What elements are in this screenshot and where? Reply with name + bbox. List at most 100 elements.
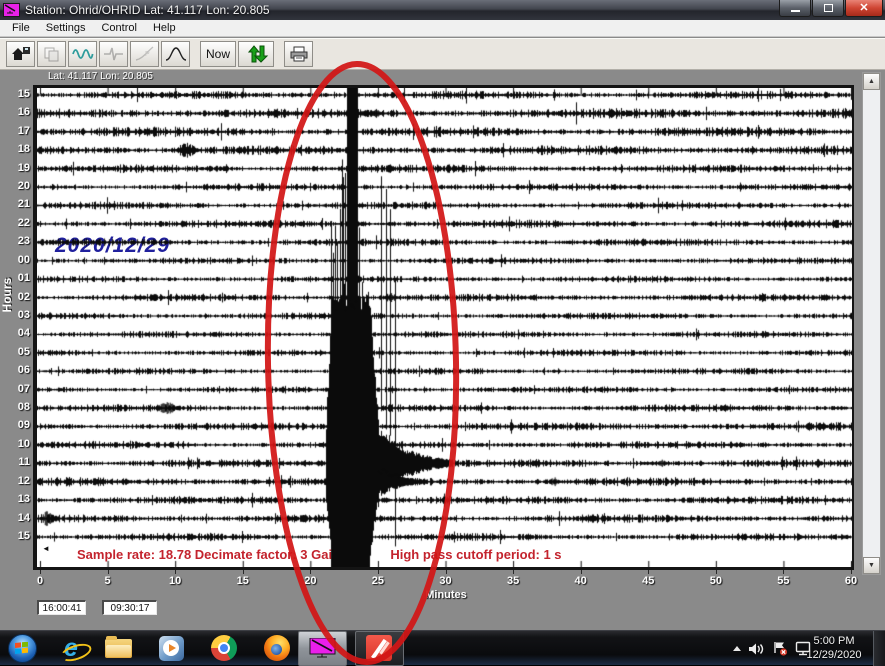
hour-label: 13 [4, 493, 30, 505]
minute-label: 50 [703, 575, 729, 587]
chrome-button[interactable] [211, 635, 237, 661]
response-button[interactable]: P [130, 41, 159, 67]
media-player-icon [159, 636, 184, 661]
minute-tick [648, 570, 649, 574]
minute-tick [716, 570, 717, 574]
hour-label: 16 [4, 106, 30, 118]
minutes-axis-label: Minutes [416, 589, 476, 601]
waveform-button[interactable] [68, 41, 97, 67]
minute-label: 45 [635, 575, 661, 587]
minute-label: 20 [297, 575, 323, 587]
menu-item-file[interactable]: File [4, 21, 38, 35]
minute-tick [40, 570, 41, 574]
menu-item-control[interactable]: Control [93, 21, 144, 35]
windows-start-icon [8, 634, 37, 663]
hour-label: 08 [4, 401, 30, 413]
copy-button[interactable] [37, 41, 66, 67]
seismogram-plot-area[interactable]: 2020/12/29 Sample rate: 18.78 Decimate f… [33, 85, 854, 570]
seismograph-app-icon [308, 638, 337, 659]
menu-item-help[interactable]: Help [145, 21, 184, 35]
hour-label: 00 [4, 254, 30, 266]
svg-text:P: P [145, 51, 150, 58]
minute-label: 55 [770, 575, 796, 587]
clock-time: 5:00 PM [799, 634, 869, 648]
minute-tick [581, 570, 582, 574]
minimize-button[interactable] [779, 0, 811, 17]
hour-label: 23 [4, 235, 30, 247]
minute-tick [175, 570, 176, 574]
hour-label: 15 [4, 88, 30, 100]
load-button[interactable] [6, 41, 35, 67]
vertical-scrollbar[interactable]: ▲ ▼ [862, 72, 881, 575]
minute-tick [108, 570, 109, 574]
internet-explorer-icon: e [64, 636, 78, 661]
minute-label: 5 [95, 575, 121, 587]
firefox-button[interactable] [264, 635, 290, 661]
hour-label: 20 [4, 180, 30, 192]
toolbar: P Now [0, 38, 885, 70]
print-button[interactable] [284, 41, 313, 67]
minute-tick [310, 570, 311, 574]
minute-tick [513, 570, 514, 574]
gaussian-button[interactable] [161, 41, 190, 67]
chrome-icon [211, 635, 237, 661]
scroll-updown-button[interactable] [238, 41, 274, 67]
hour-label: 09 [4, 419, 30, 431]
ramp-p-icon: P [134, 45, 156, 63]
hour-label: 07 [4, 383, 30, 395]
show-desktop-button[interactable] [873, 631, 885, 666]
volume-icon[interactable] [748, 642, 765, 656]
minute-label: 40 [568, 575, 594, 587]
firefox-icon [264, 635, 290, 661]
hour-label: 19 [4, 162, 30, 174]
start-button[interactable] [8, 634, 37, 663]
action-center-flag-icon[interactable] [772, 641, 788, 656]
app-icon [3, 3, 20, 17]
minute-label: 15 [230, 575, 256, 587]
minute-label: 0 [27, 575, 53, 587]
hour-label: 14 [4, 512, 30, 524]
hour-label: 15 [4, 530, 30, 542]
minute-tick [851, 570, 852, 574]
close-icon: ✕ [859, 3, 868, 14]
restore-button[interactable] [812, 0, 844, 17]
lightshot-app-button[interactable] [355, 631, 404, 666]
internet-explorer-button[interactable]: e [64, 636, 78, 661]
restore-icon [824, 4, 833, 12]
file-explorer-button[interactable] [105, 639, 132, 658]
minute-tick [243, 570, 244, 574]
printer-icon [289, 45, 309, 63]
scrollbar-up-button[interactable]: ▲ [863, 73, 880, 90]
minute-label: 60 [838, 575, 864, 587]
menu-item-settings[interactable]: Settings [38, 21, 94, 35]
impulse-button[interactable] [99, 41, 128, 67]
copy-icon [42, 45, 62, 63]
app-window: Station: Ohrid/OHRID Lat: 41.117 Lon: 20… [0, 0, 885, 630]
hour-label: 11 [4, 456, 30, 468]
hour-label: 03 [4, 309, 30, 321]
helicorder-canvas [37, 88, 852, 567]
media-player-button[interactable] [159, 636, 184, 661]
menubar: FileSettingsControlHelp [0, 20, 885, 37]
scrollbar-down-button[interactable]: ▼ [863, 557, 880, 574]
taskbar: e 5:00 PM 12/29/2020 [0, 630, 885, 665]
hour-label: 22 [4, 217, 30, 229]
minute-label: 30 [433, 575, 459, 587]
taskbar-clock[interactable]: 5:00 PM 12/29/2020 [799, 634, 869, 662]
latlon-label: Lat: 41.117 Lon: 20.805 [48, 71, 153, 82]
minute-label: 35 [500, 575, 526, 587]
helicorder-panel: Lat: 41.117 Lon: 20.805 Hours 1516171819… [0, 70, 885, 630]
time-readout-left: 16:00:41 [37, 600, 86, 615]
seismograph-app-button[interactable] [298, 631, 347, 666]
clock-date: 12/29/2020 [799, 648, 869, 662]
close-button[interactable]: ✕ [845, 0, 883, 17]
sine-wave-icon [72, 45, 94, 63]
minute-label: 10 [162, 575, 188, 587]
hour-label: 06 [4, 364, 30, 376]
minimize-icon [791, 10, 800, 12]
hour-label: 10 [4, 438, 30, 450]
now-button[interactable]: Now [200, 41, 236, 67]
titlebar[interactable]: Station: Ohrid/OHRID Lat: 41.117 Lon: 20… [0, 0, 885, 20]
hidden-icons-arrow[interactable] [733, 646, 741, 651]
lightshot-icon [366, 635, 392, 661]
